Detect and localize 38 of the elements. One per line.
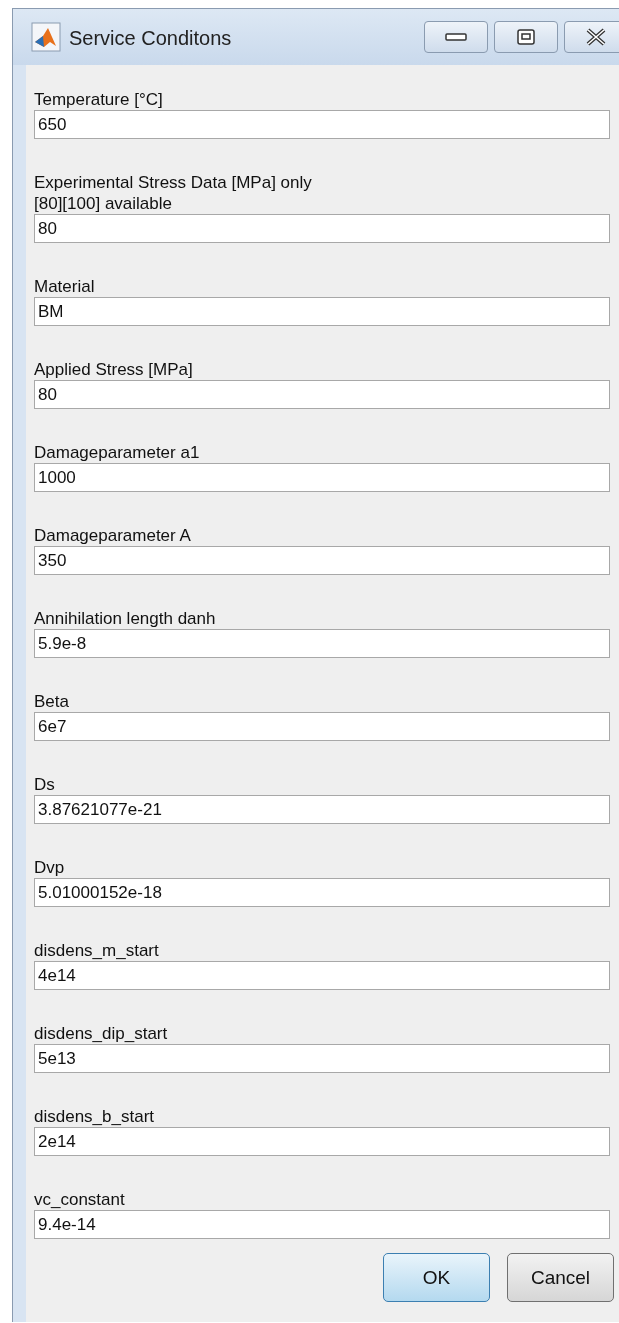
close-icon xyxy=(584,28,608,46)
field-label: Ds xyxy=(34,774,56,795)
field-label: Damageparameter A xyxy=(34,525,192,546)
field-label: vc_constant xyxy=(34,1189,126,1210)
field-label: Applied Stress [MPa] xyxy=(34,359,194,380)
ok-button[interactable]: OK xyxy=(383,1253,490,1302)
input-field[interactable]: BM xyxy=(34,297,610,326)
close-button[interactable] xyxy=(564,21,619,53)
input-field[interactable]: 3.87621077e-21 xyxy=(34,795,610,824)
input-field[interactable]: 2e14 xyxy=(34,1127,610,1156)
field-label: Annihilation length danh xyxy=(34,608,217,629)
input-field[interactable]: 350 xyxy=(34,546,610,575)
window-title: Service Conditons xyxy=(69,25,233,50)
cancel-button[interactable]: Cancel xyxy=(507,1253,614,1302)
minimize-icon xyxy=(445,32,467,42)
field-label: Material xyxy=(34,276,96,297)
minimize-button[interactable] xyxy=(424,21,488,53)
maximize-button[interactable] xyxy=(494,21,558,53)
input-field[interactable]: 4e14 xyxy=(34,961,610,990)
input-field[interactable]: 5.01000152e-18 xyxy=(34,878,610,907)
input-field[interactable]: 1000 xyxy=(34,463,610,492)
input-field[interactable]: 9.4e-14 xyxy=(34,1210,610,1239)
field-label: disdens_dip_start xyxy=(34,1023,169,1044)
input-field[interactable]: 80 xyxy=(34,214,610,243)
input-field[interactable]: 5e13 xyxy=(34,1044,610,1073)
field-label: Damageparameter a1 xyxy=(34,442,201,463)
field-label: disdens_b_start xyxy=(34,1106,156,1127)
field-label: Temperature [°C] xyxy=(34,89,164,110)
field-label: Beta xyxy=(34,691,70,712)
input-field[interactable]: 650 xyxy=(34,110,610,139)
input-field[interactable]: 80 xyxy=(34,380,610,409)
restore-icon xyxy=(517,29,535,45)
field-label: Dvp xyxy=(34,857,66,878)
input-field[interactable]: 5.9e-8 xyxy=(34,629,610,658)
field-label: disdens_m_start xyxy=(34,940,160,961)
field-label: Experimental Stress Data [MPa] only [80][100] available xyxy=(34,172,313,214)
app-icon xyxy=(31,22,61,52)
input-field[interactable]: 6e7 xyxy=(34,712,610,741)
